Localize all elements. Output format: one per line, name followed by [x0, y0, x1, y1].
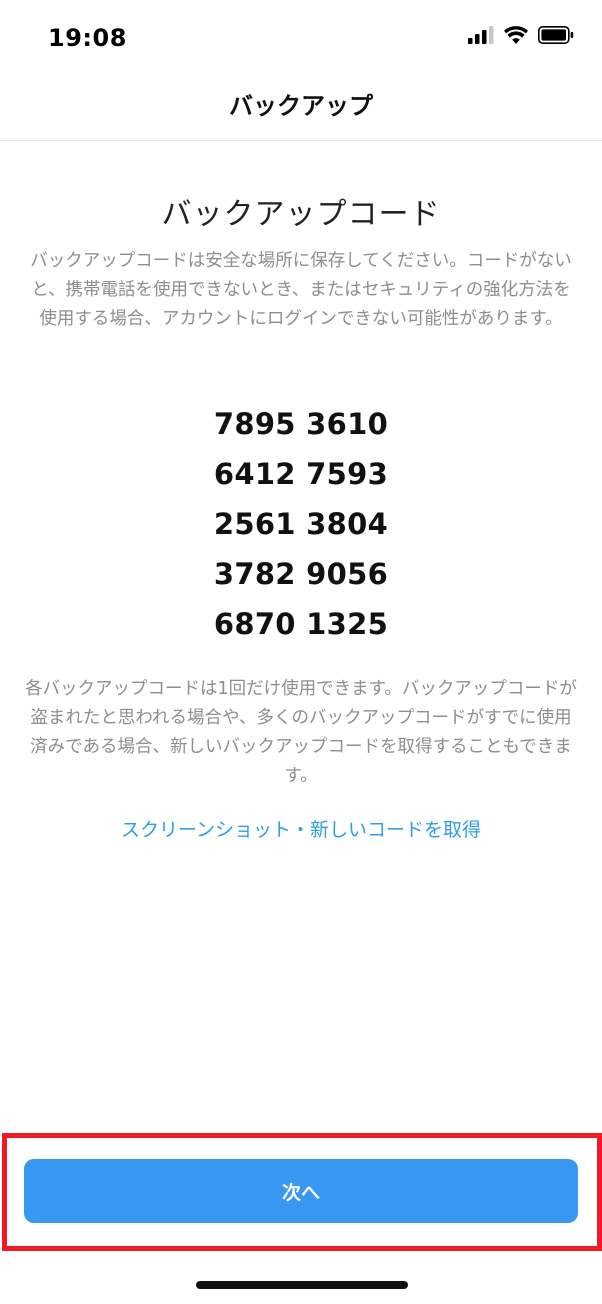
cellular-signal-icon: [468, 26, 494, 48]
backup-code: 6870 1325: [213, 607, 389, 641]
home-indicator: [196, 1281, 408, 1289]
backup-code: 7895 3610: [213, 407, 389, 441]
status-icons: [468, 26, 574, 48]
backup-codes-note: 各バックアップコードは1回だけ使用できます。バックアップコードが盗まれたと思われ…: [25, 679, 577, 786]
backup-codes-list: 7895 3610 6412 7593 2561 3804 3782 9056 …: [0, 399, 602, 649]
next-button[interactable]: 次へ: [24, 1159, 578, 1223]
backup-codes-heading: バックアップコード: [161, 197, 441, 232]
battery-icon: [538, 26, 574, 48]
backup-code: 2561 3804: [213, 507, 389, 541]
status-bar: 19:08: [0, 0, 602, 72]
wifi-icon: [504, 26, 528, 48]
backup-code: 6412 7593: [213, 457, 389, 491]
backup-code: 3782 9056: [213, 557, 389, 591]
status-time: 19:08: [48, 24, 127, 52]
page-title: バックアップ: [229, 91, 373, 120]
backup-codes-description: バックアップコードは安全な場所に保存してください。コードがないと、携帯電話を使用…: [30, 251, 572, 329]
nav-bar: バックアップ: [0, 72, 602, 141]
screenshot-new-codes-link[interactable]: スクリーンショット・新しいコードを取得: [0, 815, 602, 842]
